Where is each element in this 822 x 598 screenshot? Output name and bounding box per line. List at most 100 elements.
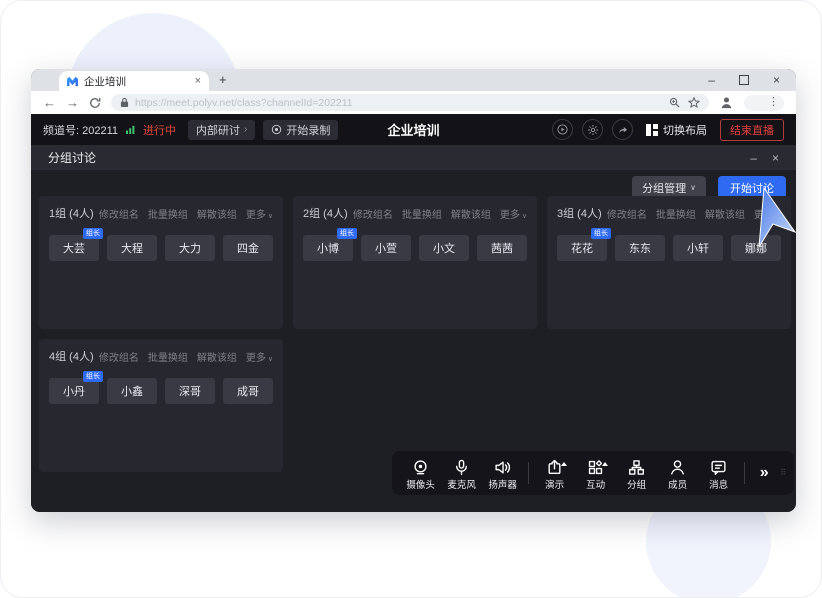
member-name: 小萱 [375, 240, 397, 256]
member-chip-row: 小博组长 小萱 小文 茜茜 [303, 235, 527, 261]
toolbar-item-members[interactable]: 成员 [657, 456, 698, 491]
leader-badge: 组长 [591, 228, 611, 239]
breakout-panel-body: 分组管理 ∨ 开始讨论 1组 (4人) 修改组名批量换组解散该组更多∨ 大芸组长… [31, 170, 796, 512]
member-chip-row: 小丹组长小鑫深哥成哥 [49, 378, 273, 404]
kebab-menu-icon: ⋮ [768, 97, 779, 108]
speaker-icon [494, 459, 511, 476]
browser-menu-button[interactable]: ⋮ [744, 95, 784, 111]
member-name: 四金 [237, 240, 259, 256]
member-chip[interactable]: 小文 [419, 235, 469, 261]
leader-badge: 组长 [83, 228, 103, 239]
member-chip[interactable]: 茜茜 [477, 235, 527, 261]
url-text: https://meet.polyv.net/class?channelId=2… [135, 97, 663, 109]
group-title: 4组 (4人) [49, 348, 94, 364]
member-chip[interactable]: 小丹组长 [49, 378, 99, 404]
toolbar-divider [744, 462, 745, 484]
app-header: 频道号: 202211 进行中 内部研讨 › 开始录制 企业培训 [31, 114, 796, 145]
window-maximize-button[interactable] [739, 75, 749, 85]
tab-close-icon[interactable]: × [195, 75, 201, 87]
chevron-down-icon: ∨ [690, 183, 696, 192]
group-action-link[interactable]: 批量换组 [148, 349, 188, 364]
toolbar-item-label: 摄像头 [406, 477, 435, 491]
toolbar-item-label: 成员 [668, 477, 687, 491]
group-action-link[interactable]: 修改组名 [99, 206, 139, 221]
group-action-link[interactable]: 更多∨ [246, 349, 273, 364]
switch-layout-button[interactable]: 切换布局 [642, 122, 711, 138]
breakout-panel-header: 分组讨论 – × [31, 145, 796, 170]
group-action-link[interactable]: 更多∨ [500, 206, 527, 221]
group-action-link[interactable]: 更多∨ [246, 206, 273, 221]
member-name: 小丹 [63, 383, 85, 399]
group-action-link[interactable]: 解散该组 [197, 206, 237, 221]
toolbar-item-mic[interactable]: 麦克风 [441, 456, 482, 491]
member-chip[interactable]: 小鑫 [107, 378, 157, 404]
group-action-link[interactable]: 解散该组 [705, 206, 745, 221]
bottom-toolbar: 摄像头麦克风扬声器演示互动分组 成员消息 »⠿ [392, 451, 794, 495]
group-action-link[interactable]: 批量换组 [656, 206, 696, 221]
group-action-link[interactable]: 批量换组 [402, 206, 442, 221]
layout-grid-icon [646, 124, 658, 136]
member-chip[interactable]: 花花组长 [557, 235, 607, 261]
window-close-button[interactable]: × [773, 73, 780, 87]
group-card: 4组 (4人) 修改组名批量换组解散该组更多∨ 小丹组长小鑫深哥成哥 [39, 339, 283, 472]
tab-title: 企业培训 [84, 74, 189, 89]
member-name: 小轩 [687, 240, 709, 256]
group-action-link[interactable]: 批量换组 [148, 206, 188, 221]
panel-close-icon[interactable]: × [772, 151, 779, 165]
member-chip[interactable]: 四金 [223, 235, 273, 261]
toolbar-item-speaker[interactable]: 扬声器 [482, 456, 523, 491]
toolbar-item-interact[interactable]: 互动 [575, 456, 616, 491]
group-action-link[interactable]: 修改组名 [353, 206, 393, 221]
member-chip[interactable]: 小博组长 [303, 235, 353, 261]
group-grid: 1组 (4人) 修改组名批量换组解散该组更多∨ 大芸组长大程大力四金 2组 (4… [39, 196, 788, 472]
group-action-link[interactable]: 修改组名 [607, 206, 647, 221]
toolbar-item-camera[interactable]: 摄像头 [400, 456, 441, 491]
member-chip[interactable]: 大程 [107, 235, 157, 261]
end-live-button[interactable]: 结束直播 [720, 119, 784, 141]
member-chip[interactable]: 大力 [165, 235, 215, 261]
settings-gear-button[interactable] [582, 119, 603, 140]
member-name: 东东 [629, 240, 651, 256]
toolbar-item-group[interactable]: 分组 [616, 456, 657, 491]
group-action-link[interactable]: 解散该组 [451, 206, 491, 221]
start-record-button[interactable]: 开始录制 [263, 120, 338, 140]
toolbar-expand-button[interactable]: » [750, 464, 778, 482]
live-status-label: 进行中 [143, 122, 176, 138]
forward-icon[interactable]: → [66, 96, 79, 109]
toolbar-item-present[interactable]: 演示 [534, 456, 575, 491]
playback-button[interactable] [552, 119, 573, 140]
chevron-down-icon: ∨ [522, 213, 527, 220]
back-icon[interactable]: ← [43, 96, 56, 109]
group-action-link[interactable]: 修改组名 [99, 349, 139, 364]
group-card: 1组 (4人) 修改组名批量换组解散该组更多∨ 大芸组长大程大力 四金 [39, 196, 283, 329]
mic-icon [453, 459, 470, 476]
panel-minimize-icon[interactable]: – [750, 151, 757, 165]
browser-window: 企业培训 × + – × ← → https://meet.polyv.net/… [31, 69, 796, 512]
toolbar-item-label: 分组 [627, 477, 646, 491]
group-title: 1组 (4人) [49, 205, 94, 221]
browser-tab[interactable]: 企业培训 × [59, 71, 209, 91]
interact-icon [587, 459, 604, 476]
chevron-down-icon: ∨ [268, 213, 273, 220]
share-button[interactable] [612, 119, 633, 140]
reload-icon[interactable] [89, 97, 101, 109]
address-bar[interactable]: https://meet.polyv.net/class?channelId=2… [111, 94, 709, 111]
group-action-link[interactable]: 解散该组 [197, 349, 237, 364]
member-chip[interactable]: 大芸组长 [49, 235, 99, 261]
member-chip[interactable]: 小萱 [361, 235, 411, 261]
discuss-mode-button[interactable]: 内部研讨 › [188, 120, 255, 140]
member-chip-row: 大芸组长大程大力 四金 [49, 235, 273, 261]
zoom-icon[interactable] [669, 97, 680, 108]
member-chip[interactable]: 成哥 [223, 378, 273, 404]
bookmark-star-icon[interactable] [688, 97, 700, 109]
member-chip[interactable]: 东东 [615, 235, 665, 261]
window-minimize-button[interactable]: – [708, 73, 715, 87]
member-chip[interactable]: 小轩 [673, 235, 723, 261]
drag-handle-icon[interactable]: ⠿ [780, 471, 786, 475]
member-name: 茜茜 [491, 240, 513, 256]
browser-tabstrip: 企业培训 × + – × [31, 69, 796, 91]
profile-avatar-icon[interactable] [719, 95, 734, 110]
toolbar-item-message[interactable]: 消息 [698, 456, 739, 491]
member-chip[interactable]: 深哥 [165, 378, 215, 404]
new-tab-button[interactable]: + [219, 72, 227, 87]
